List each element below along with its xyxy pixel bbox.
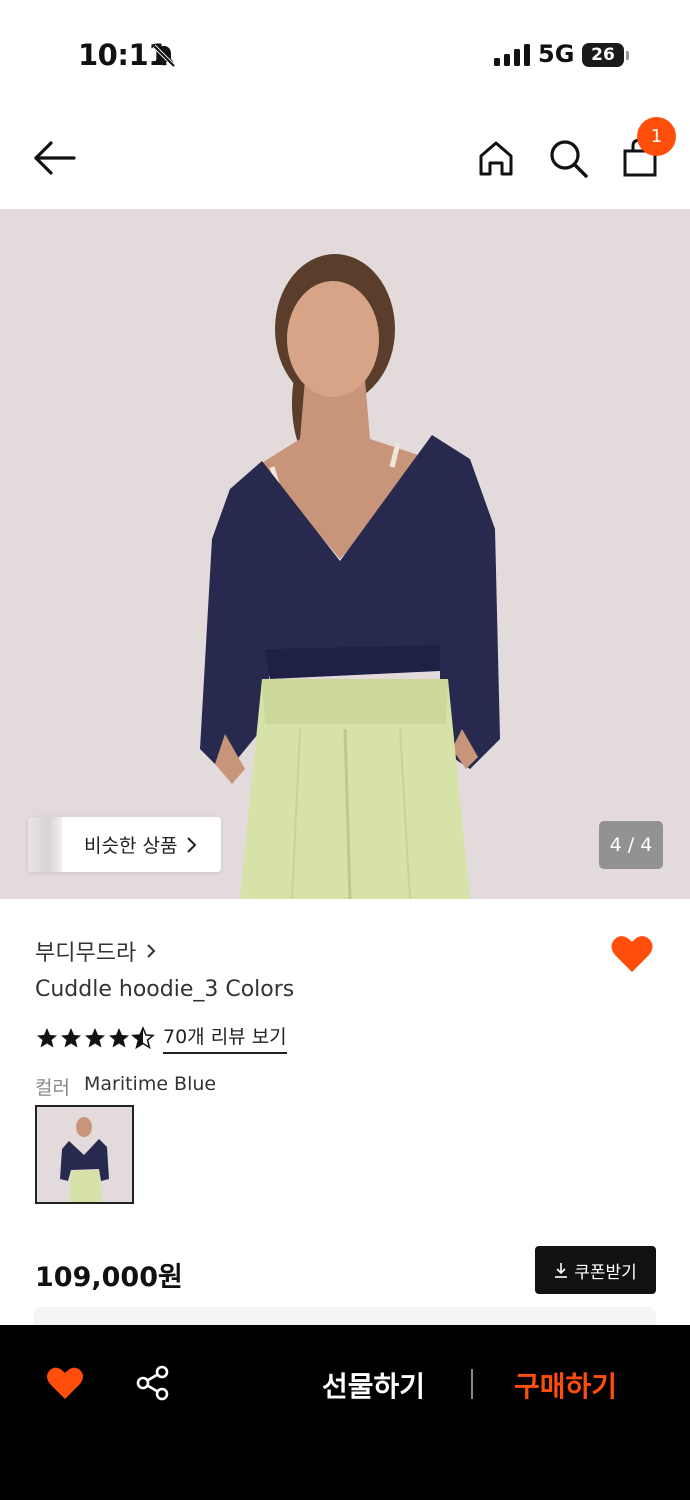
swatch-thumbnail	[60, 1117, 109, 1202]
product-image-carousel[interactable]: 비슷한 상품 4 / 4	[0, 209, 690, 899]
star-icon	[61, 1028, 81, 1048]
star-icon	[37, 1028, 57, 1048]
brand-name: 부디무드라	[35, 941, 137, 966]
brand-link[interactable]: 부디무드라	[35, 935, 156, 967]
search-icon[interactable]	[546, 136, 590, 180]
color-row: 컬러 Maritime Blue	[35, 1073, 216, 1100]
product-photo	[200, 254, 500, 899]
chevron-right-icon	[147, 944, 156, 958]
back-arrow-icon[interactable]	[32, 138, 78, 178]
heart-icon[interactable]	[610, 932, 654, 974]
image-page-indicator: 4 / 4	[599, 821, 663, 869]
signal-icon	[494, 44, 530, 66]
gift-button[interactable]: 선물하기	[322, 1365, 425, 1405]
bottom-action-bar: 선물하기 구매하기	[0, 1325, 690, 1500]
status-bar: 10:11 5G 26	[0, 0, 690, 110]
battery-cap	[626, 51, 629, 60]
star-icon	[85, 1028, 105, 1048]
share-icon[interactable]	[135, 1365, 171, 1401]
home-icon[interactable]	[474, 136, 518, 180]
network-label: 5G	[538, 40, 575, 68]
download-icon	[555, 1263, 568, 1278]
star-icon	[109, 1028, 129, 1048]
rating-row: 70개 리뷰 보기	[35, 1022, 287, 1054]
product-title: Cuddle hoodie_3 Colors	[35, 977, 295, 1002]
heart-icon[interactable]	[46, 1365, 84, 1401]
color-label: 컬러	[35, 1077, 70, 1099]
battery-indicator: 26	[582, 43, 624, 67]
cart-count-badge: 1	[637, 117, 676, 156]
coupon-button[interactable]: 쿠폰받기	[535, 1246, 656, 1294]
coupon-label: 쿠폰받기	[574, 1262, 637, 1283]
similar-products-button[interactable]: 비슷한 상품	[28, 817, 221, 872]
similar-products-thumbnail	[28, 817, 62, 872]
button-divider	[471, 1369, 473, 1399]
color-swatch[interactable]	[35, 1105, 134, 1204]
buy-button[interactable]: 구매하기	[514, 1365, 617, 1405]
color-value: Maritime Blue	[83, 1073, 217, 1095]
bell-off-icon	[152, 44, 176, 68]
star-half-icon	[131, 1026, 155, 1050]
product-price: 109,000원	[35, 1262, 183, 1293]
star-rating	[35, 1026, 155, 1050]
review-link[interactable]: 70개 리뷰 보기	[163, 1022, 287, 1054]
chevron-right-icon	[187, 836, 197, 853]
similar-products-label: 비슷한 상품	[84, 835, 178, 857]
top-navigation	[0, 110, 690, 208]
